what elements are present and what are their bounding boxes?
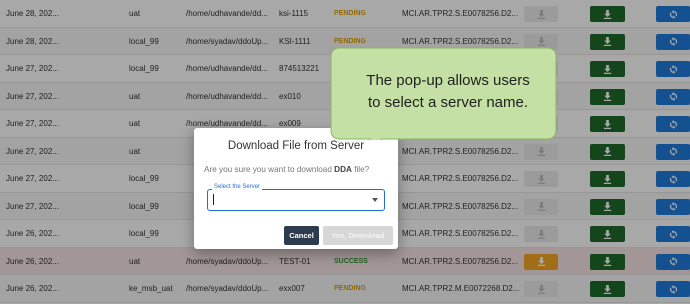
dialog-message-suffix: file?: [351, 165, 370, 174]
server-select[interactable]: Select the Server: [207, 184, 385, 211]
annotation-callout: The pop-up allows users to select a serv…: [330, 47, 557, 140]
dialog-message: Are you sure you want to download DDA fi…: [204, 165, 369, 174]
server-select-label: Select the Server: [212, 184, 263, 190]
yes-download-button[interactable]: Yes, Download: [323, 226, 393, 245]
callout-text: The pop-up allows users to select a serv…: [348, 70, 548, 114]
callout-line-1: The pop-up allows users: [366, 72, 530, 89]
dialog-message-file-type: DDA: [334, 165, 352, 174]
dropdown-arrow-icon[interactable]: [372, 198, 378, 202]
cancel-button[interactable]: Cancel: [284, 226, 319, 245]
dialog-message-prefix: Are you sure you want to download: [204, 165, 335, 174]
dialog-title: Download File from Server: [227, 140, 365, 152]
callout-line-2: to select a server name.: [367, 94, 529, 111]
download-dialog: Download File from Server Are you sure y…: [194, 128, 398, 249]
text-cursor: [213, 194, 214, 205]
